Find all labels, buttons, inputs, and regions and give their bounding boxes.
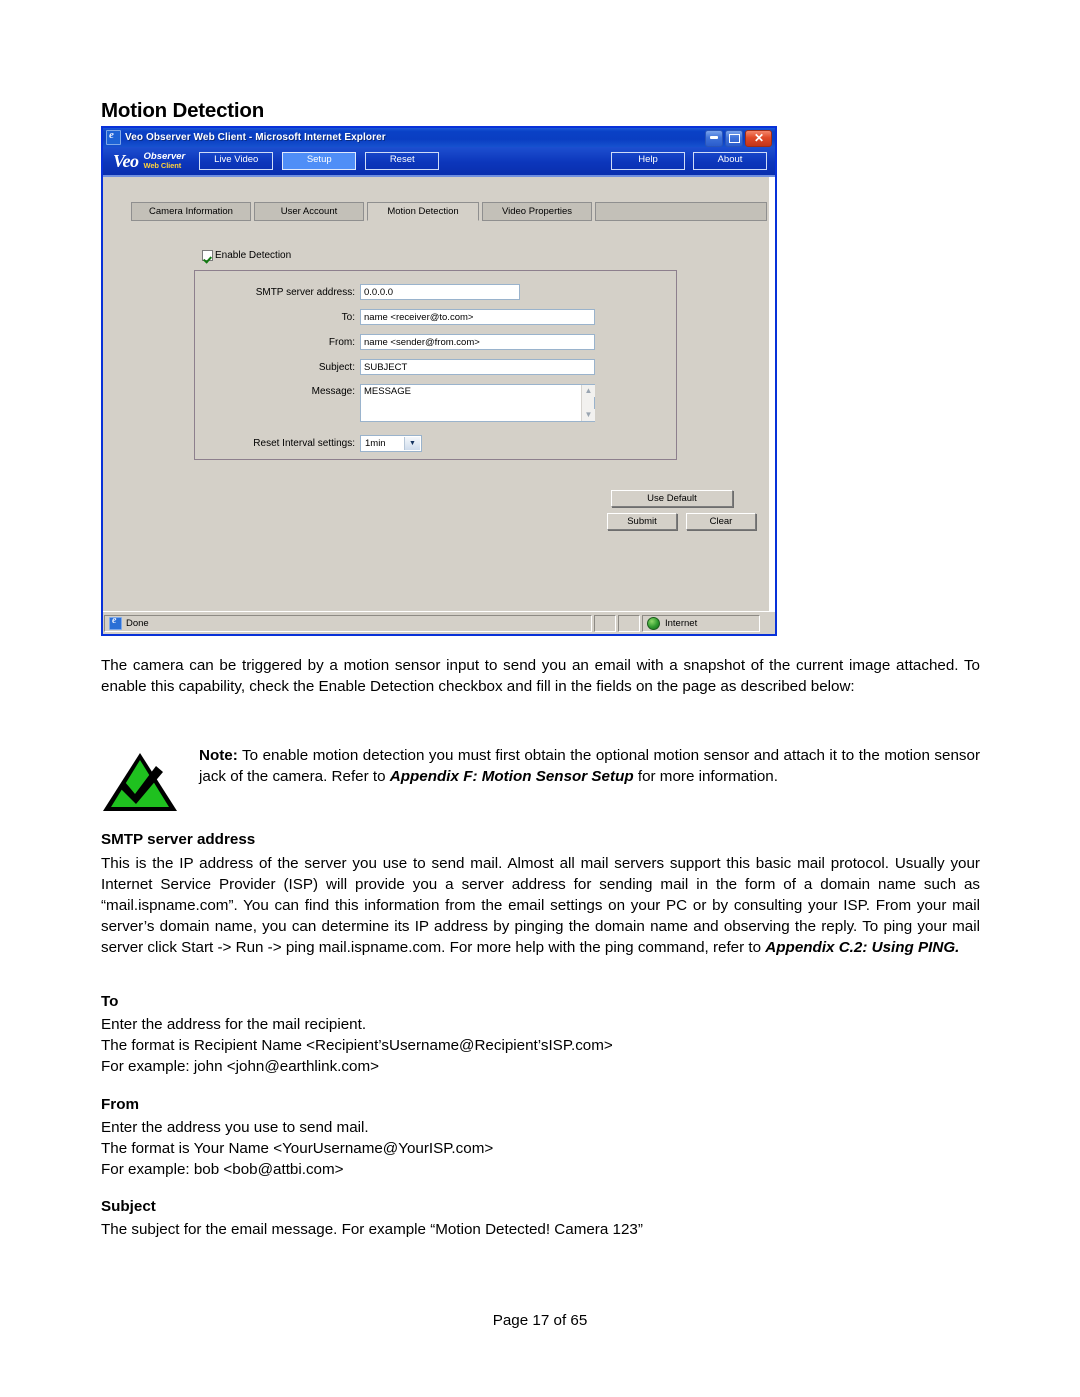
note-checkmark-icon <box>103 753 177 811</box>
settings-tabstrip: Camera Information User Account Motion D… <box>103 202 775 222</box>
nav-about[interactable]: About <box>693 152 767 170</box>
tab-camera-information[interactable]: Camera Information <box>131 202 251 221</box>
section-heading-smtp: SMTP server address <box>101 831 256 848</box>
email-settings-group: SMTP server address: 0.0.0.0 To: name <r… <box>194 270 677 460</box>
browser-viewport: Camera Information User Account Motion D… <box>103 177 775 612</box>
scroll-up-icon[interactable]: ▲ <box>582 385 595 397</box>
tabstrip-filler <box>595 202 767 221</box>
intro-paragraph: The camera can be triggered by a motion … <box>101 657 980 695</box>
logo-brand: Veo <box>113 151 139 171</box>
nav-setup[interactable]: Setup <box>282 152 357 170</box>
use-default-button[interactable]: Use Default <box>611 490 733 507</box>
smtp-emphasis: Appendix C.2: Using PING. <box>765 939 960 956</box>
subject-input[interactable]: SUBJECT <box>360 359 595 375</box>
section-body-to: Enter the address for the mail recipient… <box>101 1014 980 1077</box>
chevron-down-icon[interactable]: ▼ <box>404 437 420 450</box>
to-label: To: <box>341 311 355 323</box>
message-textarea[interactable]: MESSAGE <box>360 384 595 422</box>
ie-status-icon <box>109 615 122 630</box>
tab-user-account[interactable]: User Account <box>254 202 364 221</box>
field-row-to: To: name <receiver@to.com> <box>203 309 595 325</box>
page-right-margin <box>769 177 775 612</box>
reset-interval-select[interactable]: 1min ▼ <box>360 435 422 452</box>
statusbar-pane-1 <box>594 614 616 632</box>
scroll-down-icon[interactable]: ▼ <box>582 409 595 421</box>
nav-right-group: Help About <box>611 152 767 170</box>
message-scrollbar[interactable]: ▲ ▼ <box>581 385 595 421</box>
status-text: Done <box>126 617 149 629</box>
statusbar-pane-2 <box>618 614 640 632</box>
section-heading-from: From <box>101 1096 139 1113</box>
field-row-reset-interval: Reset Interval settings: 1min ▼ <box>203 435 422 452</box>
tab-video-properties[interactable]: Video Properties <box>482 202 592 221</box>
enable-detection-checkbox[interactable] <box>202 250 213 261</box>
motion-detection-form: Enable Detection SMTP server address: 0.… <box>103 221 775 612</box>
status-text-cell: Done <box>104 614 592 632</box>
enable-detection-row[interactable]: Enable Detection <box>202 250 291 261</box>
security-zone-cell: Internet <box>642 614 760 632</box>
from-input[interactable]: name <sender@from.com> <box>360 334 595 350</box>
message-textarea-wrap: MESSAGE ▲ ▼ <box>360 384 595 422</box>
to-input[interactable]: name <receiver@to.com> <box>360 309 595 325</box>
subject-label: Subject: <box>318 361 355 373</box>
section-body-smtp: This is the IP address of the server you… <box>101 853 980 958</box>
note-text: Note: To enable motion detection you mus… <box>199 745 980 787</box>
field-row-message: Message: MESSAGE ▲ ▼ <box>203 384 595 422</box>
from-line-2: The format is Your Name <YourUsername@Yo… <box>101 1140 494 1157</box>
to-line-2: The format is Recipient Name <Recipient’… <box>101 1037 613 1054</box>
window-title: Veo Observer Web Client - Microsoft Inte… <box>125 132 386 143</box>
browser-statusbar: Done Internet <box>103 611 775 634</box>
nav-reset[interactable]: Reset <box>365 152 440 170</box>
minimize-icon[interactable] <box>705 130 723 147</box>
page-footer: Page 17 of 65 <box>492 1312 588 1329</box>
from-line-3: For example: bob <bob@attbi.com> <box>101 1161 344 1178</box>
nav-live-video[interactable]: Live Video <box>199 152 274 170</box>
security-zone-text: Internet <box>665 617 698 629</box>
submit-button[interactable]: Submit <box>607 513 677 530</box>
note-text-after: for more information. <box>633 768 778 785</box>
field-row-smtp: SMTP server address: 0.0.0.0 <box>203 284 520 300</box>
section-heading-to: To <box>101 993 119 1010</box>
setup-page: Camera Information User Account Motion D… <box>103 177 775 612</box>
field-row-from: From: name <sender@from.com> <box>203 334 595 350</box>
logo-subtitle: Web Client <box>143 161 182 171</box>
tab-motion-detection[interactable]: Motion Detection <box>367 202 479 221</box>
to-line-3: For example: john <john@earthlink.com> <box>101 1058 379 1075</box>
close-glyph: ✕ <box>754 131 765 145</box>
internet-globe-icon <box>647 616 660 630</box>
from-line-1: Enter the address you use to send mail. <box>101 1119 369 1136</box>
maximize-icon[interactable] <box>725 130 743 147</box>
browser-titlebar: Veo Observer Web Client - Microsoft Inte… <box>103 128 775 147</box>
note-label: Note: <box>199 747 238 764</box>
reset-interval-label: Reset Interval settings: <box>253 438 355 449</box>
nav-help[interactable]: Help <box>611 152 685 170</box>
subject-line-1: The subject for the email message. For e… <box>101 1221 643 1238</box>
note-block: Note: To enable motion detection you mus… <box>101 745 980 811</box>
reset-interval-value: 1min <box>365 438 386 449</box>
section-body-subject: The subject for the email message. For e… <box>101 1219 980 1240</box>
section-heading-subject: Subject <box>101 1198 156 1215</box>
to-line-1: Enter the address for the mail recipient… <box>101 1016 367 1033</box>
note-emphasis: Appendix F: Motion Sensor Setup <box>389 768 634 785</box>
message-label: Message: <box>311 386 355 397</box>
document-page: Motion Detection Veo Observer Web Client… <box>0 0 1080 1397</box>
smtp-server-address-input[interactable]: 0.0.0.0 <box>360 284 520 300</box>
smtp-server-address-label: SMTP server address: <box>255 286 355 298</box>
enable-detection-label: Enable Detection <box>215 250 292 261</box>
page-title: Motion Detection <box>101 99 265 122</box>
ie-icon <box>106 129 121 145</box>
veo-logo: Veo Observer Web Client <box>113 152 185 170</box>
section-body-from: Enter the address you use to send mail. … <box>101 1117 980 1180</box>
from-label: From: <box>328 336 355 348</box>
app-toolbar: Veo Observer Web Client Live Video Setup… <box>103 147 775 177</box>
clear-button[interactable]: Clear <box>686 513 756 530</box>
window-controls: ✕ <box>705 130 772 147</box>
browser-window-screenshot: Veo Observer Web Client - Microsoft Inte… <box>101 126 777 636</box>
close-icon[interactable]: ✕ <box>745 130 772 147</box>
field-row-subject: Subject: SUBJECT <box>203 359 595 375</box>
